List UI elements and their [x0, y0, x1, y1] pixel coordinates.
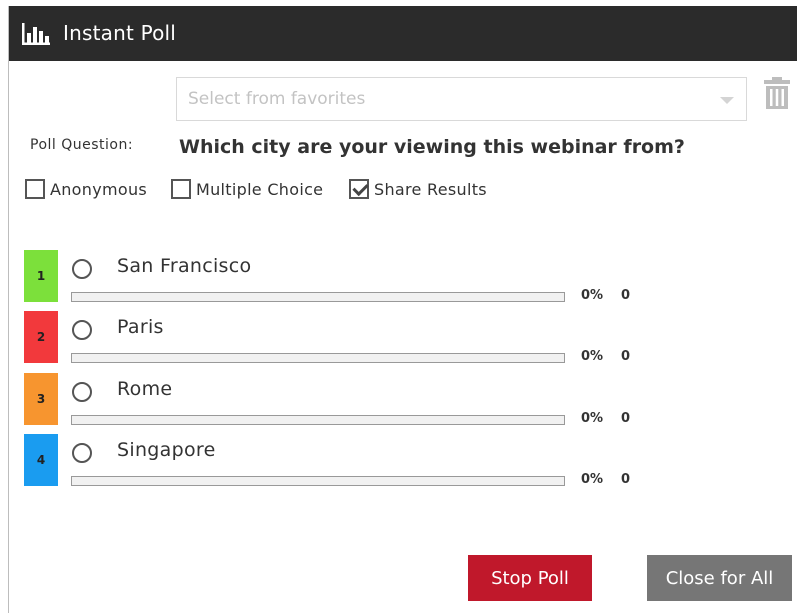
answer-progress-bar	[71, 476, 565, 486]
instant-poll-window: Instant Poll Select from favorites Poll …	[8, 6, 797, 613]
multiple-choice-label: Multiple Choice	[196, 179, 324, 199]
answer-row: 2 Paris 0% 0	[24, 311, 724, 367]
favorites-dropdown[interactable]: Select from favorites	[176, 77, 747, 121]
answer-percent: 0%	[581, 411, 604, 426]
trash-icon[interactable]	[764, 77, 790, 109]
stop-poll-button[interactable]: Stop Poll	[468, 555, 592, 601]
anonymous-checkbox[interactable]	[25, 179, 45, 199]
answer-row: 1 San Francisco 0% 0	[24, 250, 724, 306]
answer-count: 0	[621, 411, 631, 426]
answer-radio[interactable]	[72, 320, 92, 340]
answer-row: 3 Rome 0% 0	[24, 373, 724, 429]
answer-label: San Francisco	[117, 255, 252, 277]
share-results-option[interactable]: Share Results	[349, 176, 487, 202]
answer-progress-bar	[71, 415, 565, 425]
anonymous-option[interactable]: Anonymous	[25, 176, 147, 202]
title-bar: Instant Poll	[9, 6, 797, 61]
answer-percent: 0%	[581, 349, 604, 364]
answer-label: Singapore	[117, 439, 216, 461]
multiple-choice-option[interactable]: Multiple Choice	[171, 176, 323, 202]
answer-percent: 0%	[581, 472, 604, 487]
answer-label: Paris	[117, 316, 164, 338]
poll-question-text: Which city are your viewing this webinar…	[179, 136, 685, 158]
answer-count: 0	[621, 472, 631, 487]
multiple-choice-checkbox[interactable]	[171, 179, 191, 199]
answer-number: 2	[36, 330, 46, 344]
close-for-all-button[interactable]: Close for All	[647, 555, 792, 601]
answer-progress-bar	[71, 292, 565, 302]
answer-number-badge: 3	[24, 373, 58, 425]
answer-label: Rome	[117, 378, 173, 400]
share-results-checkbox[interactable]	[349, 179, 369, 199]
answer-number-badge: 1	[24, 250, 58, 302]
answer-number: 4	[36, 453, 46, 467]
poll-question-label: Poll Question:	[30, 137, 134, 153]
answer-count: 0	[621, 288, 631, 303]
answer-row: 4 Singapore 0% 0	[24, 434, 724, 490]
answer-percent: 0%	[581, 288, 604, 303]
answer-number: 1	[36, 269, 46, 283]
answer-radio[interactable]	[72, 443, 92, 463]
answer-progress-bar	[71, 353, 565, 363]
answer-radio[interactable]	[72, 382, 92, 402]
answer-number: 3	[36, 392, 46, 406]
answer-radio[interactable]	[72, 259, 92, 279]
favorites-placeholder: Select from favorites	[188, 89, 366, 109]
chevron-down-icon	[720, 97, 734, 104]
anonymous-label: Anonymous	[50, 179, 148, 199]
answer-number-badge: 2	[24, 311, 58, 363]
window-title: Instant Poll	[63, 21, 177, 45]
share-results-label: Share Results	[374, 179, 487, 199]
answer-count: 0	[621, 349, 631, 364]
answer-number-badge: 4	[24, 434, 58, 486]
bar-chart-icon	[22, 23, 50, 45]
